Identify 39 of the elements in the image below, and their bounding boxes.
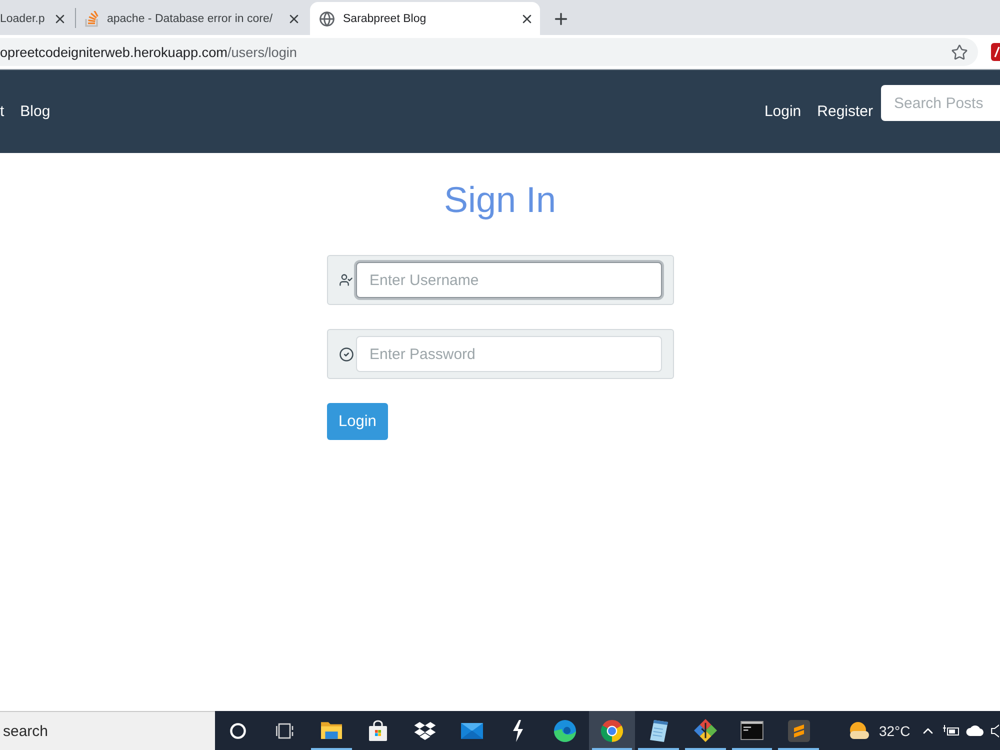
extension-icon[interactable] xyxy=(991,43,1000,61)
nav-link[interactable]: Blog xyxy=(20,103,50,120)
stack-icon xyxy=(85,10,99,26)
browser-icon xyxy=(600,720,623,742)
diamond-pattern-icon xyxy=(414,722,436,740)
password-field[interactable]: Enter Password xyxy=(356,336,662,372)
taskbar-search-field[interactable]: search xyxy=(0,711,215,750)
cloud-icon xyxy=(966,725,984,736)
username-field[interactable]: Enter Username xyxy=(356,262,662,298)
brand-link[interactable]: t xyxy=(0,103,4,120)
ring-icon xyxy=(230,722,246,738)
folder-icon xyxy=(321,722,342,739)
notepad-icon xyxy=(650,720,668,742)
battery-icon xyxy=(943,724,960,736)
task-view-icon xyxy=(276,722,294,738)
globe-icon xyxy=(319,10,335,26)
star-icon[interactable] xyxy=(951,44,968,60)
code-editor-icon xyxy=(788,720,810,742)
taskbar-button[interactable] xyxy=(588,711,636,750)
sun-cloud-icon xyxy=(848,722,869,740)
mail-icon xyxy=(460,722,483,738)
url-text: opreetcodeigniterweb.herokuapp.com/users/login xyxy=(0,44,298,60)
speaker-icon xyxy=(991,724,1000,738)
terminal-icon xyxy=(740,721,764,740)
swirl-icon xyxy=(554,720,576,742)
browser-tab[interactable]: Sarabpreet Blog xyxy=(310,2,540,35)
page-title: Sign In xyxy=(444,178,556,222)
search-field[interactable]: Search Posts xyxy=(881,85,1000,121)
nav-link[interactable]: Register xyxy=(817,103,873,120)
check-circle-icon xyxy=(338,346,354,362)
nav-link[interactable]: Login xyxy=(764,103,802,120)
browser-tab[interactable]: apache - Database error in core/ xyxy=(76,2,305,35)
address-bar[interactable]: opreetcodeigniterweb.herokuapp.com/users/login xyxy=(0,38,978,66)
browser-tab[interactable]: Loader.p xyxy=(0,2,75,35)
diamond-app-icon xyxy=(694,719,717,742)
shopping-bag-icon xyxy=(369,720,388,741)
temperature-text: 32°C xyxy=(878,722,910,738)
user-check-icon xyxy=(339,273,353,287)
lightning-icon xyxy=(512,720,524,742)
